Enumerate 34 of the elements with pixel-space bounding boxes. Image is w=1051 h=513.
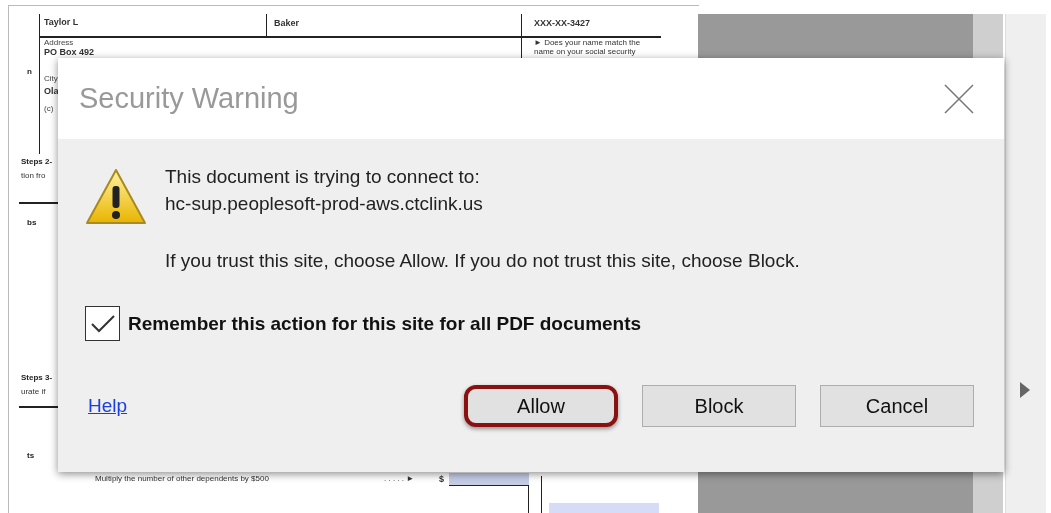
form-text: Address: [44, 39, 74, 48]
dialog-button[interactable]: Cancel: [820, 385, 974, 427]
form-text: Steps 2-: [21, 158, 53, 167]
form-text: Steps 3-: [21, 374, 53, 383]
form-text: XXX-XX-3427: [534, 19, 591, 29]
next-page-arrow-icon[interactable]: [1020, 382, 1030, 398]
form-text: Ola: [44, 87, 59, 97]
form-text: $: [439, 475, 444, 485]
message-text: hc-sup.peoplesoft-prod-aws.ctclink.us: [165, 192, 484, 215]
close-icon[interactable]: [944, 83, 974, 114]
warning-icon: [85, 168, 147, 226]
help-link[interactable]: Help: [88, 395, 128, 417]
message-text: This document is trying to connect to:: [165, 165, 481, 188]
form-text: ts: [27, 452, 35, 461]
form-text: urate if: [21, 388, 46, 397]
advice-text: If you trust this site, choose Allow. If you do not trust this site, choose Block.: [165, 249, 800, 272]
form-text: Baker: [274, 19, 300, 29]
form-text: (c): [44, 105, 54, 114]
dialog-button[interactable]: Block: [642, 385, 796, 427]
form-text: bs: [27, 219, 37, 228]
remember-checkbox[interactable]: [85, 306, 120, 341]
form-text: PO Box 492: [44, 48, 95, 58]
form-text: tion fro: [21, 172, 46, 181]
form-text: ► Does your name match the: [534, 39, 641, 48]
dialog-title: Security Warning: [79, 82, 299, 115]
form-text: name on your social security: [534, 48, 636, 57]
form-text: Multiply the number of other dependents by $500: [95, 475, 269, 484]
remember-label[interactable]: Remember this action for this site for all PDF documents: [128, 312, 642, 335]
form-text: . . . . . ►: [384, 475, 415, 484]
dialog-button[interactable]: Allow: [464, 385, 618, 427]
form-text: n: [27, 68, 32, 77]
form-text: City: [44, 75, 58, 84]
form-text: Taylor L: [44, 18, 79, 28]
checkmark-icon: [89, 313, 116, 334]
